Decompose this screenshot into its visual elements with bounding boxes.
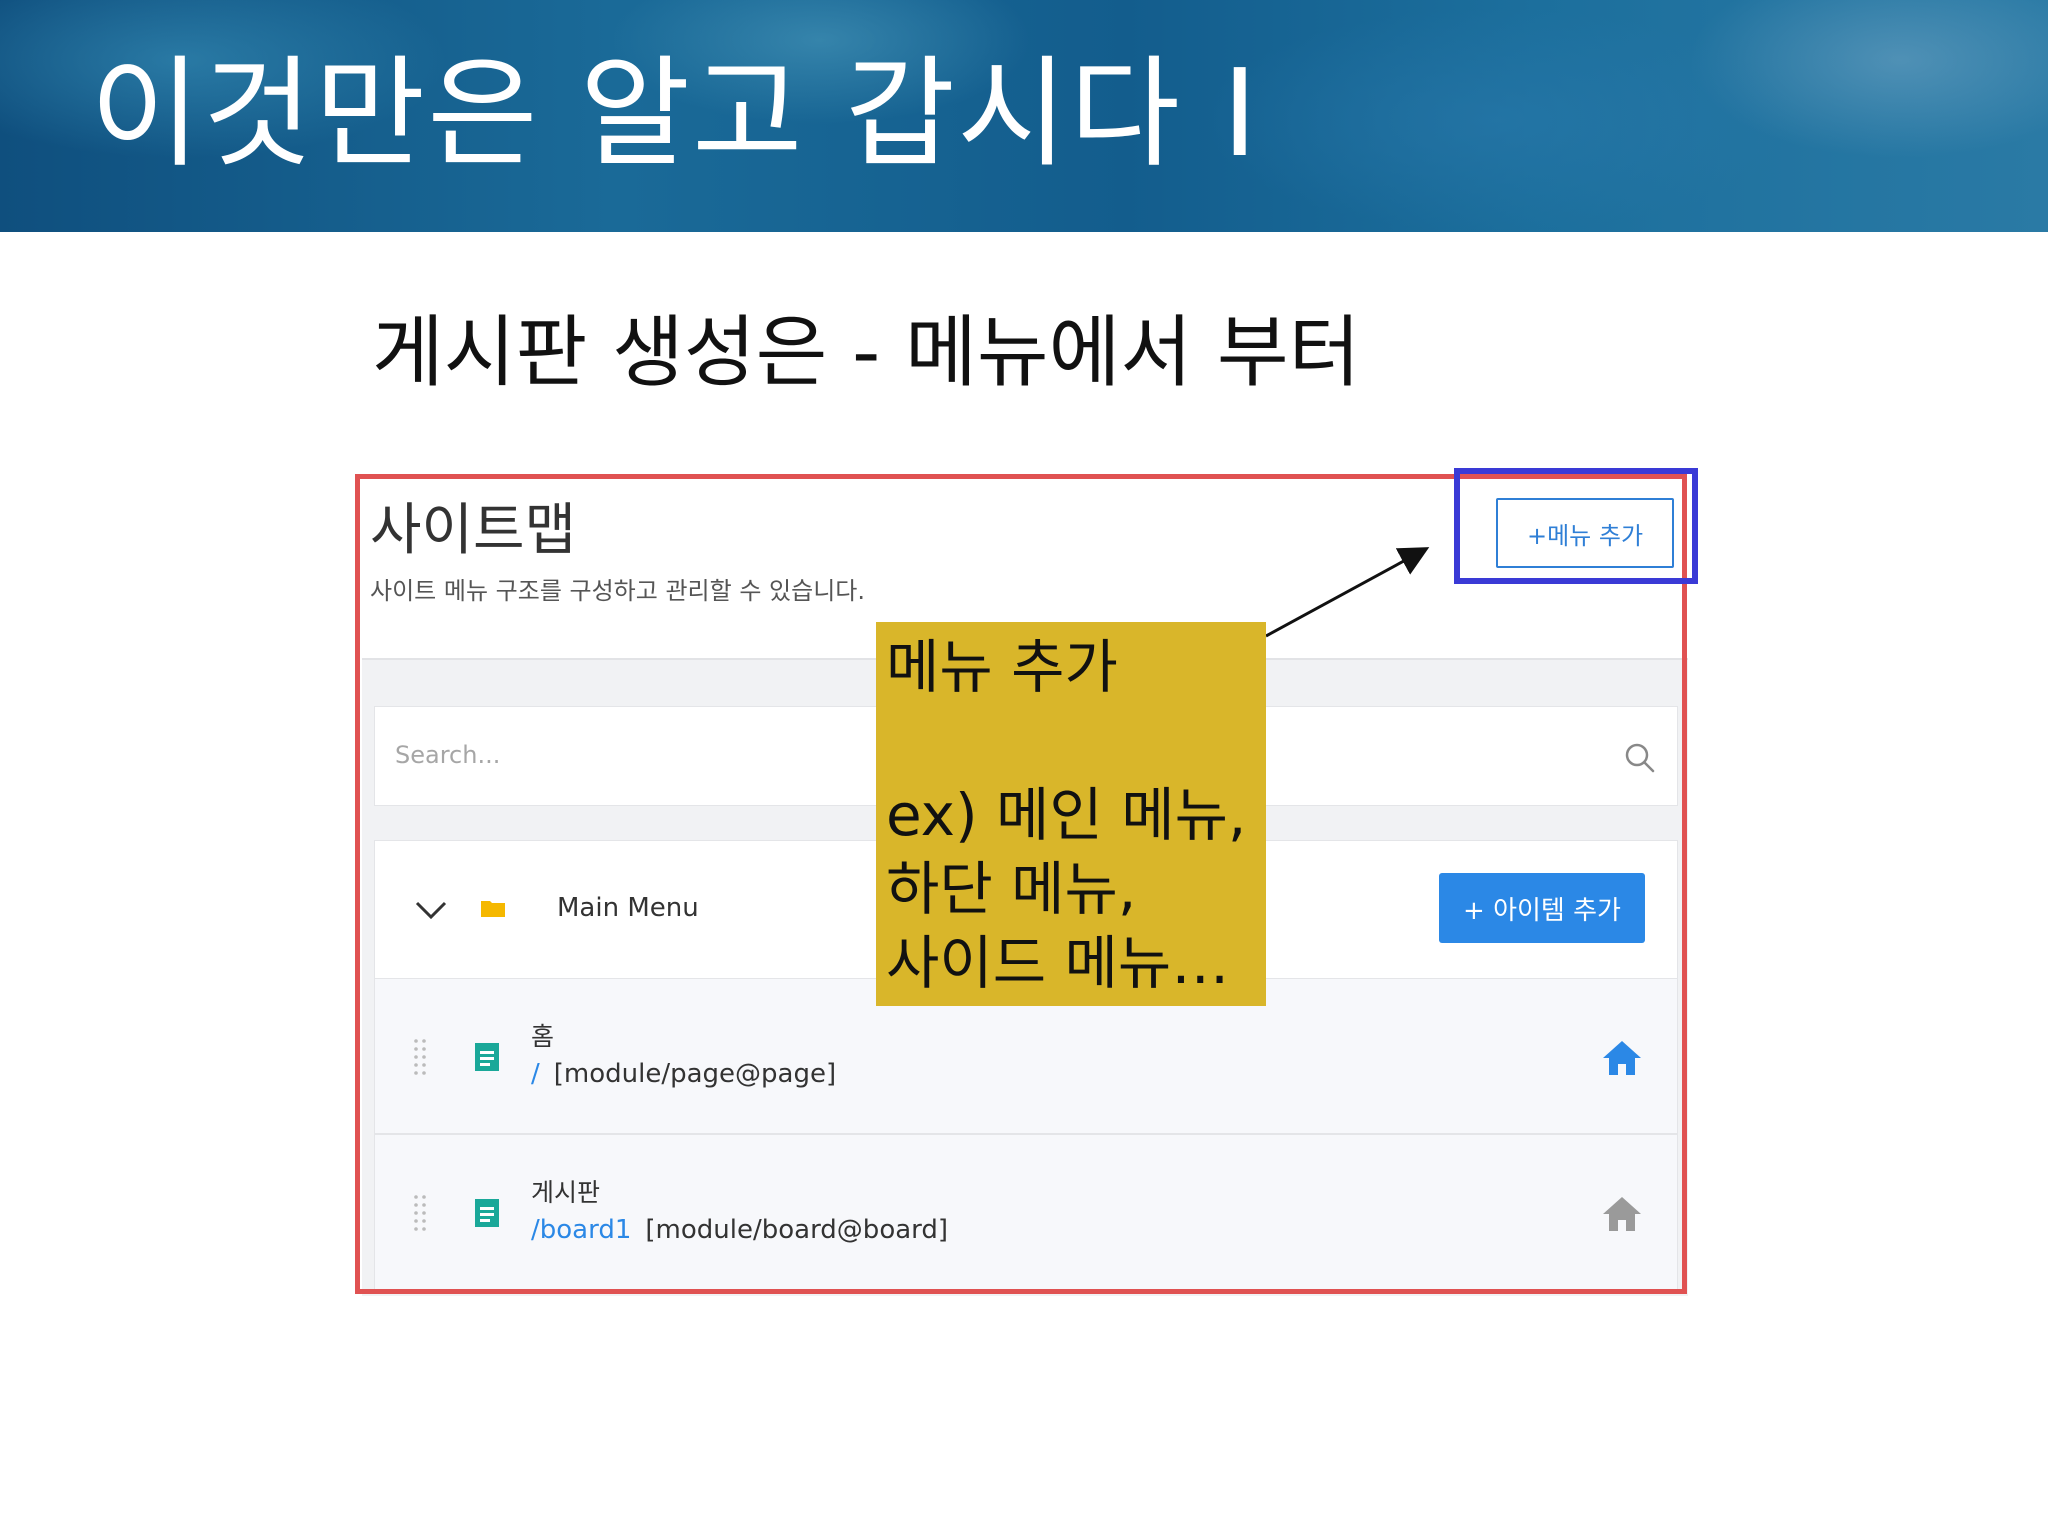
chevron-down-icon[interactable] [413, 895, 449, 925]
drag-handle-icon[interactable] [413, 1193, 427, 1233]
drag-handle-icon[interactable] [413, 1037, 427, 1077]
slide-title: 이것만은 알고 갑시다 I [90, 45, 1260, 184]
item-name: 게시판 [531, 1178, 601, 1207]
menu-item-board[interactable]: 게시판 /board1 [module/board@board] [374, 1134, 1678, 1290]
callout-line: 하단 메뉴, [886, 855, 1137, 923]
callout-line: ex) 메인 메뉴, [886, 781, 1247, 849]
search-placeholder: Search... [395, 741, 501, 769]
callout-spacer [886, 704, 1256, 778]
search-icon[interactable] [1623, 741, 1657, 775]
item-path: /board1 [module/board@board] [531, 1215, 948, 1245]
page-description: 사이트 메뉴 구조를 구성하고 관리할 수 있습니다. [370, 577, 866, 605]
item-module: [module/page@page] [553, 1059, 837, 1089]
folder-icon [481, 901, 505, 917]
document-icon [475, 1043, 499, 1071]
document-icon [475, 1199, 499, 1227]
title-banner: 이것만은 알고 갑시다 I [0, 0, 2048, 232]
callout-box: 메뉴 추가 ex) 메인 메뉴, 하단 메뉴, 사이드 메뉴… [876, 622, 1266, 1006]
slide-subtitle: 게시판 생성은 - 메뉴에서 부터 [372, 308, 1361, 398]
home-icon-active[interactable] [1601, 1039, 1643, 1077]
add-menu-button[interactable]: +메뉴 추가 [1496, 498, 1674, 568]
page-title: 사이트맵 [370, 498, 577, 563]
home-icon-inactive[interactable] [1601, 1195, 1643, 1233]
callout-title: 메뉴 추가 [886, 633, 1118, 701]
item-name: 홈 [531, 1022, 555, 1051]
item-link[interactable]: /board1 [531, 1215, 631, 1245]
main-menu-label: Main Menu [557, 893, 699, 923]
callout-line: 사이드 메뉴… [886, 929, 1230, 997]
item-module: [module/board@board] [645, 1215, 949, 1245]
callout-arrow [1265, 547, 1430, 638]
item-link[interactable]: / [531, 1059, 540, 1089]
item-path: / [module/page@page] [531, 1059, 836, 1089]
add-item-button[interactable]: + 아이템 추가 [1439, 873, 1645, 943]
